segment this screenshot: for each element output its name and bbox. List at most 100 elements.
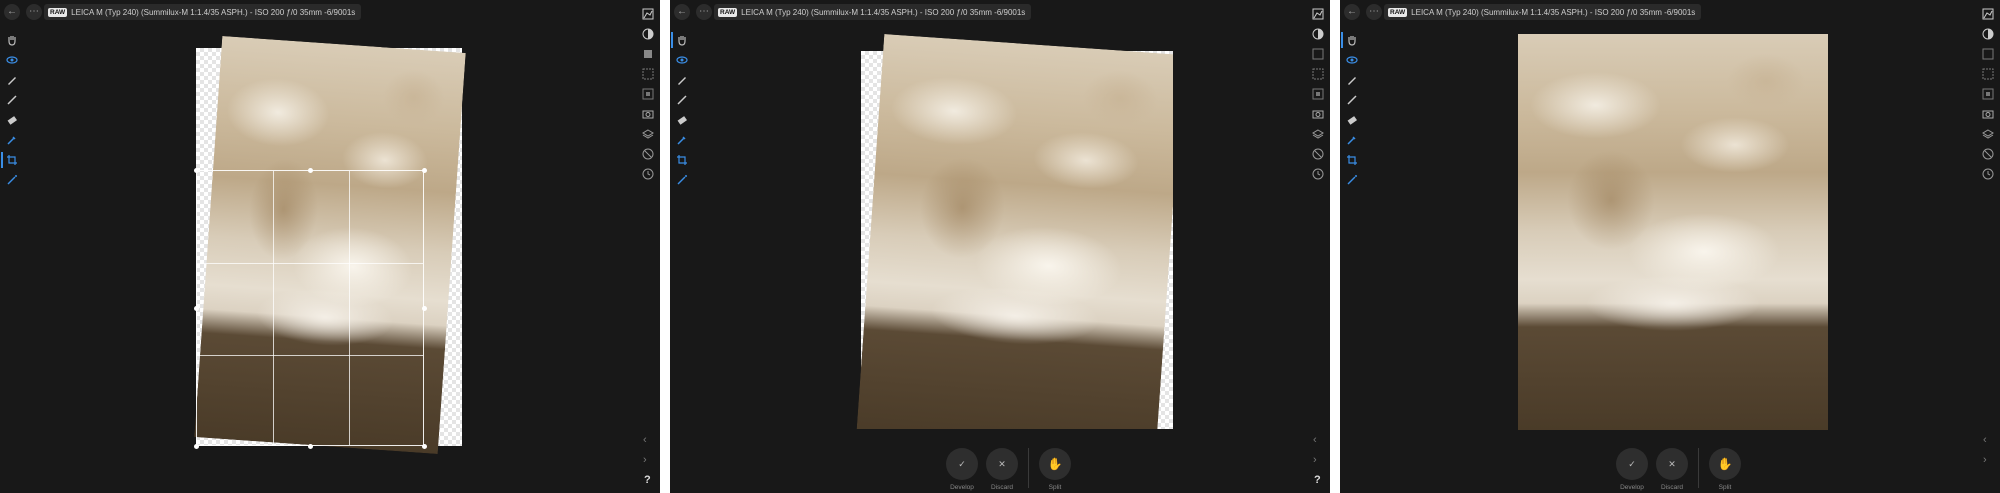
wand-tool-icon[interactable] xyxy=(6,174,18,186)
brush-tool-icon[interactable] xyxy=(1346,74,1358,86)
develop-button[interactable]: ✓ Develop xyxy=(1614,448,1650,491)
eye-tool-icon[interactable] xyxy=(1346,54,1358,66)
editor-panel-3: ← ⋯ RAW LEICA M (Typ 240) (Summilux-M 1:… xyxy=(1340,0,2000,493)
wand-tool-icon[interactable] xyxy=(1346,174,1358,186)
split-button[interactable]: ✋ Split xyxy=(1707,448,1743,491)
eyedropper-tool-icon[interactable] xyxy=(6,134,18,146)
history-icon[interactable] xyxy=(1312,168,1324,180)
raw-badge: RAW xyxy=(1388,7,1408,17)
back-arrow-icon[interactable]: ← xyxy=(4,4,20,20)
final-photo[interactable] xyxy=(1518,34,1828,430)
crop-tool-icon[interactable] xyxy=(1346,154,1358,166)
eye-tool-icon[interactable] xyxy=(6,54,18,66)
chevron-right-icon[interactable]: › xyxy=(1313,454,1317,466)
close-icon: ✕ xyxy=(986,448,1018,480)
crop-tool-icon[interactable] xyxy=(676,154,688,166)
crop-handle-bottom-right[interactable] xyxy=(421,443,427,449)
layers-icon[interactable] xyxy=(642,128,654,140)
overlay-icon[interactable] xyxy=(1312,88,1324,100)
lens-icon[interactable] xyxy=(1312,148,1324,160)
history-icon[interactable] xyxy=(642,168,654,180)
overlay-icon[interactable] xyxy=(642,88,654,100)
develop-button[interactable]: ✓ Develop xyxy=(944,448,980,491)
crop-handle-bottom[interactable] xyxy=(307,443,313,449)
photo-water-image xyxy=(856,34,1184,454)
hand-tool-icon[interactable] xyxy=(6,34,18,46)
editor-panel-1: ← ⋯ RAW LEICA M (Typ 240) (Summilux-M 1:… xyxy=(0,0,660,493)
tone-icon[interactable] xyxy=(1312,28,1324,40)
history-icon[interactable] xyxy=(1982,168,1994,180)
selection-icon[interactable] xyxy=(642,68,654,80)
left-toolbar xyxy=(670,24,694,493)
crop-handle-right[interactable] xyxy=(421,305,427,311)
eyedropper-tool-icon[interactable] xyxy=(676,134,688,146)
crop-box[interactable] xyxy=(196,170,424,446)
chevron-left-icon[interactable]: ‹ xyxy=(1313,434,1317,446)
tone-icon[interactable] xyxy=(1982,28,1994,40)
more-dots-icon[interactable]: ⋯ xyxy=(1366,4,1382,20)
divider xyxy=(1028,448,1029,488)
wand-tool-icon[interactable] xyxy=(676,174,688,186)
eraser-tool-icon[interactable] xyxy=(1346,114,1358,126)
right-toolbar: ‹ › ? xyxy=(1306,0,1330,493)
crop-panel-icon[interactable] xyxy=(1312,48,1324,60)
eraser-tool-icon[interactable] xyxy=(676,114,688,126)
selection-icon[interactable] xyxy=(1312,68,1324,80)
histogram-icon[interactable] xyxy=(1312,8,1324,20)
paintbrush-tool-icon[interactable] xyxy=(1346,94,1358,106)
histogram-icon[interactable] xyxy=(642,8,654,20)
left-toolbar xyxy=(1340,24,1364,493)
camera-icon[interactable] xyxy=(1982,108,1994,120)
help-button[interactable]: ? xyxy=(1314,474,1321,486)
layers-icon[interactable] xyxy=(1982,128,1994,140)
back-arrow-icon[interactable]: ← xyxy=(674,4,690,20)
photo-water-image xyxy=(1518,34,1828,430)
split-hand-icon: ✋ xyxy=(1039,448,1071,480)
camera-icon[interactable] xyxy=(642,108,654,120)
eraser-tool-icon[interactable] xyxy=(6,114,18,126)
paintbrush-tool-icon[interactable] xyxy=(676,94,688,106)
chevron-right-icon[interactable]: › xyxy=(643,454,647,466)
tone-icon[interactable] xyxy=(642,28,654,40)
crop-handle-left[interactable] xyxy=(193,305,199,311)
camera-info-bar: RAW LEICA M (Typ 240) (Summilux-M 1:1.4/… xyxy=(1384,4,1702,20)
raw-badge: RAW xyxy=(48,7,68,17)
hand-tool-icon[interactable] xyxy=(671,32,688,48)
overlay-icon[interactable] xyxy=(1982,88,1994,100)
lens-icon[interactable] xyxy=(642,148,654,160)
histogram-icon[interactable] xyxy=(1982,8,1994,20)
rotated-photo[interactable] xyxy=(856,34,1184,454)
help-button[interactable]: ? xyxy=(644,474,651,486)
discard-button[interactable]: ✕ Discard xyxy=(984,448,1020,491)
bottom-action-bar: ✓ Develop ✕ Discard ✋ Split xyxy=(1612,448,1745,491)
hand-tool-icon[interactable] xyxy=(1341,32,1358,48)
crop-handle-top[interactable] xyxy=(307,167,313,173)
crop-tool-icon[interactable] xyxy=(1,152,18,168)
brush-tool-icon[interactable] xyxy=(6,74,18,86)
eyedropper-tool-icon[interactable] xyxy=(1346,134,1358,146)
more-dots-icon[interactable]: ⋯ xyxy=(696,4,712,20)
camera-info-bar: RAW LEICA M (Typ 240) (Summilux-M 1:1.4/… xyxy=(714,4,1032,20)
check-icon: ✓ xyxy=(946,448,978,480)
paintbrush-tool-icon[interactable] xyxy=(6,94,18,106)
crop-panel-icon[interactable] xyxy=(1982,48,1994,60)
crop-panel-icon[interactable] xyxy=(642,48,654,60)
more-dots-icon[interactable]: ⋯ xyxy=(26,4,42,20)
crop-handle-bottom-left[interactable] xyxy=(193,443,199,449)
crop-handle-top-left[interactable] xyxy=(193,167,199,173)
brush-tool-icon[interactable] xyxy=(676,74,688,86)
chevron-left-icon[interactable]: ‹ xyxy=(643,434,647,446)
back-arrow-icon[interactable]: ← xyxy=(1344,4,1360,20)
check-icon: ✓ xyxy=(1616,448,1648,480)
discard-button[interactable]: ✕ Discard xyxy=(1654,448,1690,491)
chevron-left-icon[interactable]: ‹ xyxy=(1983,434,1987,446)
camera-icon[interactable] xyxy=(1312,108,1324,120)
layers-icon[interactable] xyxy=(1312,128,1324,140)
selection-icon[interactable] xyxy=(1982,68,1994,80)
split-button[interactable]: ✋ Split xyxy=(1037,448,1073,491)
right-toolbar: ‹ › xyxy=(1976,0,2000,493)
chevron-right-icon[interactable]: › xyxy=(1983,454,1987,466)
eye-tool-icon[interactable] xyxy=(676,54,688,66)
lens-icon[interactable] xyxy=(1982,148,1994,160)
crop-handle-top-right[interactable] xyxy=(421,167,427,173)
